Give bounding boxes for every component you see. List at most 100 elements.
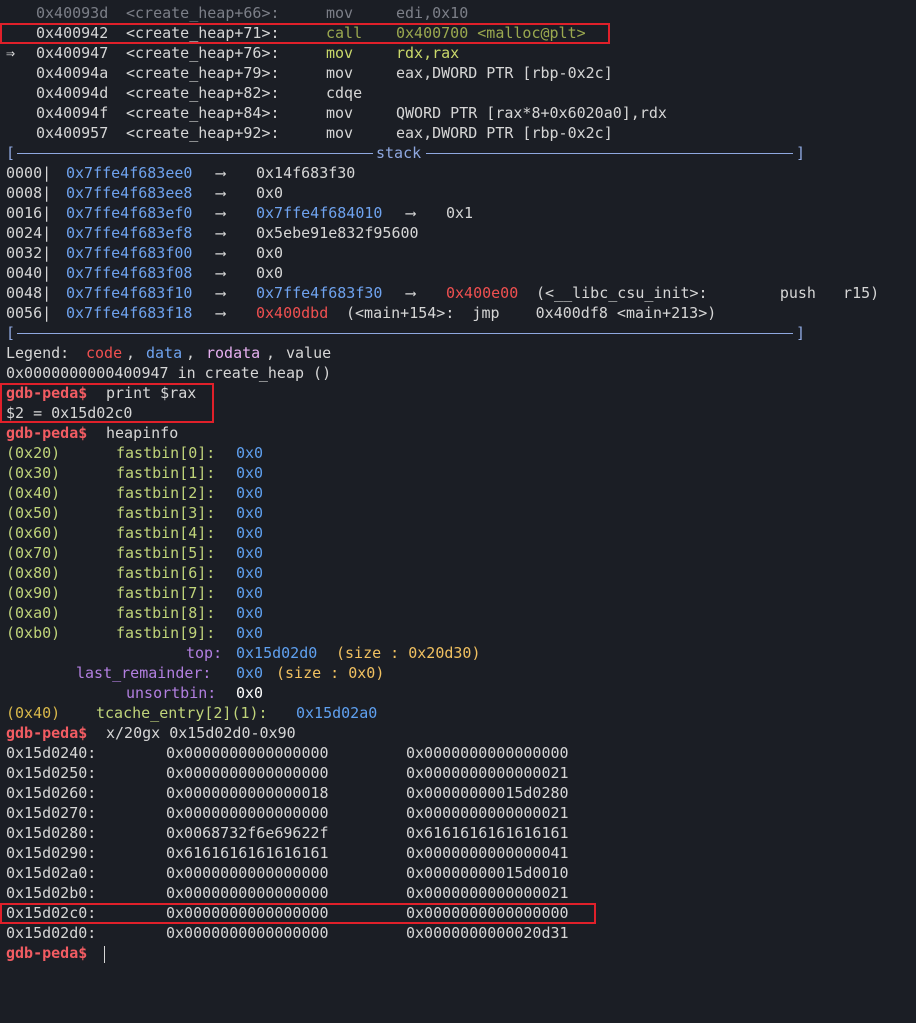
fastbin-row: (0x70) fastbin[5]: 0x0 — [0, 543, 916, 563]
disasm-operands: QWORD PTR [rax*8+0x6020a0],rdx — [396, 104, 667, 122]
fastbin-value: 0x0 — [236, 624, 264, 642]
fastbin-size: (0x30) — [6, 464, 61, 482]
tcache-value: 0x15d02a0 — [296, 704, 378, 722]
command-text: heapinfo — [106, 424, 179, 442]
disasm-operands: edi,0x10 — [396, 4, 469, 22]
bracket-right: ] — [796, 144, 806, 162]
disasm-address: 0x40094d — [36, 84, 109, 102]
stack-offset: 0008| — [6, 184, 52, 202]
memory-row: 0x15d02a0: 0x0000000000000000 0x0000000001… — [0, 863, 916, 883]
memory-address: 0x15d0260: — [6, 784, 97, 802]
fastbin-row: (0xb0) fastbin[9]: 0x0 — [0, 623, 916, 643]
stack-offset: 0056| — [6, 304, 52, 322]
highlight-box-print-rax — [0, 383, 214, 423]
top-size: (size : 0x20d30) — [336, 644, 481, 662]
fastbin-row: (0x20) fastbin[0]: 0x0 — [0, 443, 916, 463]
memory-row: 0x15d0260: 0x0000000000000018 0x0000000001… — [0, 783, 916, 803]
fastbin-name: fastbin[1]: — [116, 464, 216, 482]
stack-footer: [ ] — [0, 323, 916, 343]
tcache-label: tcache_entry[2](1): — [96, 704, 268, 722]
fastbin-value: 0x0 — [236, 484, 264, 502]
disasm-opcode: cdqe — [326, 84, 363, 102]
memory-qword: 0x0000000000000000 — [406, 744, 569, 762]
stack-value: 0x5ebe91e832f95600 — [256, 224, 419, 242]
stack-title: stack — [376, 144, 422, 162]
stack-address: 0x7ffe4f683f08 — [66, 264, 193, 282]
disasm-line: 0x400957 <create_heap+92>: mov eax,DWORD… — [0, 123, 916, 143]
memory-qword: 0x0000000000000021 — [406, 884, 569, 902]
memory-qword: 0x0000000000020d31 — [406, 924, 569, 942]
stack-annotation: (<__libc_csu_init>: push r15) — [536, 284, 880, 302]
current-instruction-arrow-icon: ⇒ — [6, 44, 16, 62]
disasm-opcode: mov — [326, 44, 354, 62]
command-line: gdb-peda$ x/20gx 0x15d02d0-0x90 — [0, 723, 916, 743]
fastbin-name: fastbin[4]: — [116, 524, 216, 542]
disasm-symbol: <create_heap+92>: — [126, 124, 280, 142]
stack-header: [ stack ] — [0, 143, 916, 163]
fastbin-name: fastbin[6]: — [116, 564, 216, 582]
stack-offset: 0000| — [6, 164, 52, 182]
fastbin-name: fastbin[7]: — [116, 584, 216, 602]
memory-address: 0x15d0290: — [6, 844, 97, 862]
input-line[interactable]: gdb-peda$ — [0, 943, 916, 963]
stack-row: 0048| 0x7ffe4f683f10 ⟶ 0x7ffe4f683f30 ⟶ 0x400… — [0, 283, 916, 303]
disasm-address: 0x400947 — [36, 44, 109, 62]
memory-address: 0x15d0240: — [6, 744, 97, 762]
memory-row: 0x15d0270: 0x0000000000000000 0x0000000000… — [0, 803, 916, 823]
fastbin-value: 0x0 — [236, 544, 264, 562]
pointer-arrow-icon: ⟶ — [216, 244, 226, 262]
memory-qword: 0x00000000015d0280 — [406, 784, 569, 802]
fastbin-size: (0x60) — [6, 524, 61, 542]
terminal[interactable]: 0x40093d <create_heap+66>: mov edi,0x10 … — [0, 3, 916, 963]
gdb-prompt: gdb-peda$ — [6, 424, 88, 442]
fastbin-value: 0x0 — [236, 584, 264, 602]
disasm-symbol: <create_heap+79>: — [126, 64, 280, 82]
disasm-operands: eax,DWORD PTR [rbp-0x2c] — [396, 64, 613, 82]
stack-row: 0008| 0x7ffe4f683ee8 ⟶ 0x0 — [0, 183, 916, 203]
disasm-address: 0x400957 — [36, 124, 109, 142]
memory-qword: 0x0000000000000000 — [166, 924, 329, 942]
pointer-arrow-icon: ⟶ — [216, 224, 226, 242]
fastbin-row: (0x60) fastbin[4]: 0x0 — [0, 523, 916, 543]
location-text: 0x0000000000400947 in create_heap () — [6, 364, 332, 382]
fastbin-name: fastbin[3]: — [116, 504, 216, 522]
fastbin-list: (0x20) fastbin[0]: 0x0 (0x30) fastbin[1]: 0x0… — [0, 443, 916, 643]
fastbin-value: 0x0 — [236, 524, 264, 542]
stack-offset: 0040| — [6, 264, 52, 282]
header-rule-right — [426, 153, 793, 154]
bracket-right: ] — [796, 324, 806, 342]
fastbin-size: (0x40) — [6, 484, 61, 502]
disasm-line-current: ⇒ 0x400947 <create_heap+76>: mov rdx,rax — [0, 43, 916, 63]
fastbin-size: (0x80) — [6, 564, 61, 582]
memory-row: 0x15d0290: 0x6161616161616161 0x0000000000… — [0, 843, 916, 863]
stack-address: 0x7ffe4f683f10 — [66, 284, 193, 302]
disasm-symbol: <create_heap+66>: — [126, 4, 280, 22]
text-cursor[interactable] — [104, 944, 105, 964]
stack-row: 0056| 0x7ffe4f683f18 ⟶ 0x400dbd (<main+154>:… — [0, 303, 916, 323]
disasm-operands: rdx,rax — [396, 44, 460, 62]
bracket-left: [ — [6, 324, 16, 342]
pointer-arrow-icon: ⟶ — [216, 204, 226, 222]
memory-qword: 0x6161616161616161 — [406, 824, 569, 842]
gdb-prompt: gdb-peda$ — [6, 944, 88, 962]
unsortbin-line: unsortbin: 0x0 — [0, 683, 916, 703]
highlight-box-malloc-call — [0, 23, 610, 44]
memory-qword: 0x00000000015d0010 — [406, 864, 569, 882]
disasm-address: 0x40094a — [36, 64, 109, 82]
memory-qword: 0x0000000000000000 — [166, 764, 329, 782]
pointer-arrow-icon: ⟶ — [406, 204, 416, 222]
disasm-line: 0x40094d <create_heap+82>: cdqe — [0, 83, 916, 103]
disasm-opcode: mov — [326, 124, 354, 142]
legend-data: data — [146, 344, 183, 362]
fastbin-name: fastbin[5]: — [116, 544, 216, 562]
stack-value: 0x7ffe4f684010 — [256, 204, 383, 222]
stack-row: 0000| 0x7ffe4f683ee0 ⟶ 0x14f683f30 — [0, 163, 916, 183]
last-remainder-size: (size : 0x0) — [276, 664, 385, 682]
fastbin-value: 0x0 — [236, 504, 264, 522]
fastbin-size: (0xa0) — [6, 604, 61, 622]
legend-label: Legend: — [6, 344, 70, 362]
stack-address: 0x7ffe4f683ef0 — [66, 204, 193, 222]
memory-address: 0x15d02b0: — [6, 884, 97, 902]
memory-qword: 0x0000000000000000 — [166, 884, 329, 902]
disasm-address: 0x40093d — [36, 4, 109, 22]
